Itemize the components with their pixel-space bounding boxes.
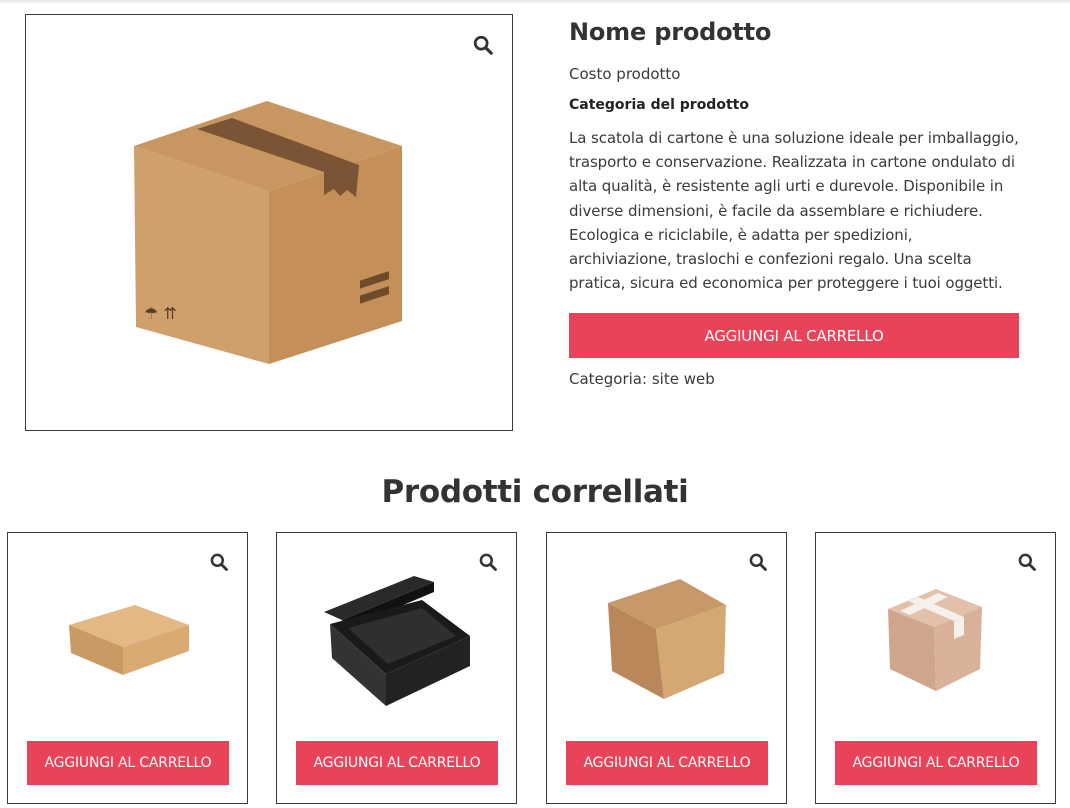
product-title: Nome prodotto: [569, 18, 772, 46]
related-product-card[interactable]: AGGIUNGI AL CARRELLO: [815, 532, 1056, 804]
svg-text:☂ ⇈: ☂ ⇈: [144, 304, 177, 323]
search-icon[interactable]: [472, 34, 494, 56]
product-category-heading: Categoria del prodotto: [569, 97, 749, 113]
product-image-gallery[interactable]: ☂ ⇈: [25, 14, 513, 431]
search-icon[interactable]: [748, 552, 768, 572]
black-open-box-image: [277, 573, 516, 763]
search-icon[interactable]: [209, 552, 229, 572]
search-icon[interactable]: [1017, 552, 1037, 572]
related-product-card[interactable]: AGGIUNGI AL CARRELLO: [7, 532, 248, 804]
cube-kraft-box-image: [547, 573, 786, 763]
header-shadow: [0, 0, 1070, 4]
flat-kraft-box-image: [8, 573, 247, 763]
meta-category-link[interactable]: site web: [652, 370, 715, 388]
product-price: Costo prodotto: [569, 65, 681, 83]
related-add-to-cart-button[interactable]: AGGIUNGI AL CARRELLO: [296, 741, 498, 785]
related-add-to-cart-button[interactable]: AGGIUNGI AL CARRELLO: [27, 741, 229, 785]
taped-box-image: [816, 573, 1055, 763]
related-products-title: Prodotti correllati: [381, 474, 689, 510]
related-add-to-cart-button[interactable]: AGGIUNGI AL CARRELLO: [835, 741, 1037, 785]
related-product-card[interactable]: AGGIUNGI AL CARRELLO: [276, 532, 517, 804]
cardboard-box-image: ☂ ⇈: [134, 101, 404, 371]
add-to-cart-button[interactable]: AGGIUNGI AL CARRELLO: [569, 313, 1019, 358]
product-description: La scatola di cartone è una soluzione id…: [569, 129, 1019, 293]
meta-category-label: Categoria:: [569, 370, 648, 388]
related-add-to-cart-button[interactable]: AGGIUNGI AL CARRELLO: [566, 741, 768, 785]
search-icon[interactable]: [478, 552, 498, 572]
product-meta-category: Categoria: site web: [569, 370, 715, 388]
related-product-card[interactable]: AGGIUNGI AL CARRELLO: [546, 532, 787, 804]
